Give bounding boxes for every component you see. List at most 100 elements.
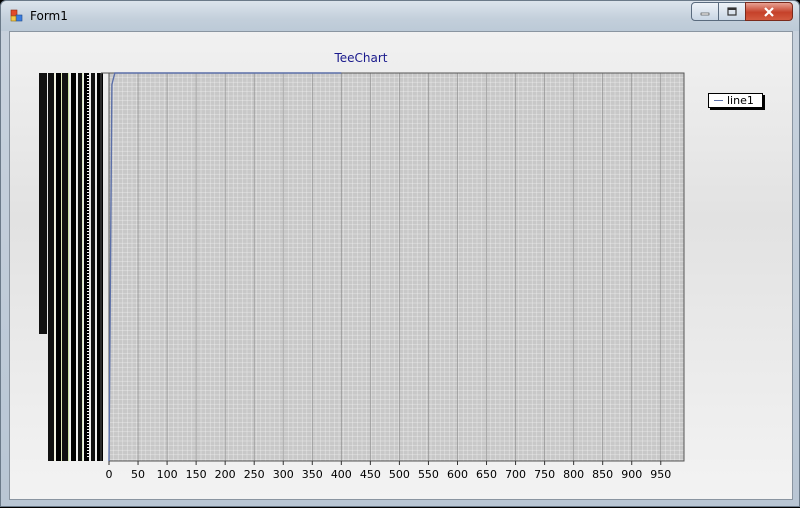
- chart-legend: line1: [708, 93, 763, 108]
- axis-label-noise: [87, 405, 89, 406]
- axis-label-noise: [87, 312, 89, 313]
- axis-label-noise: [87, 252, 89, 253]
- axis-label-noise: [87, 138, 89, 139]
- axis-label-noise: [87, 75, 89, 76]
- axis-label-noise: [87, 417, 89, 418]
- axis-label-noise: [87, 150, 89, 151]
- axis-label-highlight-0: [54, 73, 56, 461]
- axis-label-noise: [87, 399, 89, 400]
- x-tick-label-8: 400: [331, 468, 352, 481]
- x-tick-label-14: 700: [505, 468, 526, 481]
- axis-label-noise: [87, 309, 89, 310]
- axis-label-noise: [87, 183, 89, 184]
- axis-label-noise: [87, 207, 89, 208]
- axis-label-noise: [87, 363, 89, 364]
- teechart-chart: 0 50 100 150 200 250 300 350 400 450 500 550 600 650 7…: [39, 72, 685, 481]
- x-tick-label-13: 650: [476, 468, 497, 481]
- x-tick-label-11: 550: [418, 468, 439, 481]
- axis-label-noise: [87, 435, 89, 436]
- axis-label-noise: [87, 456, 89, 457]
- axis-label-noise: [87, 156, 89, 157]
- axis-label-noise: [87, 267, 89, 268]
- axis-label-noise: [87, 255, 89, 256]
- axis-label-noise: [87, 180, 89, 181]
- axis-label-noise: [87, 282, 89, 283]
- axis-label-noise: [87, 192, 89, 193]
- axis-label-noise: [87, 126, 89, 127]
- axis-label-noise: [87, 153, 89, 154]
- axis-label-noise: [87, 390, 89, 391]
- x-tick-label-6: 300: [273, 468, 294, 481]
- axis-label-noise: [87, 114, 89, 115]
- axis-label-noise: [87, 147, 89, 148]
- axis-label-noise: [87, 234, 89, 235]
- axis-label-noise: [87, 210, 89, 211]
- axis-label-noise: [87, 84, 89, 85]
- axis-label-noise: [87, 321, 89, 322]
- axis-label-noise: [87, 132, 89, 133]
- x-tick-label-15: 750: [534, 468, 555, 481]
- axis-label-noise: [87, 123, 89, 124]
- axis-label-noise: [87, 423, 89, 424]
- legend-label: line1: [727, 94, 754, 107]
- axis-label-noise: [87, 78, 89, 79]
- axis-label-noise: [87, 105, 89, 106]
- axis-label-noise: [87, 327, 89, 328]
- axis-label-noise: [87, 393, 89, 394]
- x-tick-label-5: 250: [244, 468, 265, 481]
- axis-label-noise: [87, 303, 89, 304]
- axis-label-noise: [87, 330, 89, 331]
- axis-label-noise: [87, 366, 89, 367]
- axis-label-noise: [87, 348, 89, 349]
- x-tick-label-19: 950: [650, 468, 671, 481]
- axis-label-noise: [87, 297, 89, 298]
- axis-label-noise: [87, 186, 89, 187]
- axis-label-noise: [87, 279, 89, 280]
- axis-label-noise: [87, 429, 89, 430]
- axis-label-noise: [87, 258, 89, 259]
- x-tick-label-18: 900: [621, 468, 642, 481]
- axis-label-noise: [87, 354, 89, 355]
- x-tick-label-17: 850: [592, 468, 613, 481]
- axis-label-noise: [87, 246, 89, 247]
- axis-label-band-4: [71, 73, 76, 461]
- axis-label-highlight-3: [76, 73, 77, 461]
- axis-label-noise: [87, 165, 89, 166]
- axis-label-noise: [87, 249, 89, 250]
- x-tick-label-2: 100: [157, 468, 178, 481]
- x-tick-label-1: 50: [131, 468, 145, 481]
- axis-label-noise: [87, 396, 89, 397]
- axis-label-band-2: [56, 73, 61, 461]
- axis-label-noise: [87, 378, 89, 379]
- axis-label-noise: [87, 171, 89, 172]
- axis-label-noise: [87, 306, 89, 307]
- axis-label-noise: [87, 339, 89, 340]
- axis-label-noise: [87, 225, 89, 226]
- axis-label-noise: [87, 162, 89, 163]
- axis-label-noise: [87, 300, 89, 301]
- axis-label-noise: [87, 270, 89, 271]
- axis-label-noise: [87, 117, 89, 118]
- axis-label-noise: [87, 213, 89, 214]
- axis-label-noise: [87, 135, 89, 136]
- axis-label-noise: [87, 159, 89, 160]
- axis-label-noise: [87, 447, 89, 448]
- axis-label-noise: [87, 441, 89, 442]
- axis-label-noise: [87, 357, 89, 358]
- axis-label-highlight-1: [61, 73, 62, 461]
- axis-label-noise: [87, 336, 89, 337]
- axis-label-noise: [87, 411, 89, 412]
- axis-label-noise: [87, 102, 89, 103]
- axis-label-noise: [87, 372, 89, 373]
- axis-label-noise: [87, 426, 89, 427]
- axis-label-noise: [87, 243, 89, 244]
- axis-label-noise: [87, 285, 89, 286]
- x-tick-label-16: 800: [563, 468, 584, 481]
- axis-label-noise: [87, 240, 89, 241]
- axis-label-noise: [87, 438, 89, 439]
- x-tick-label-3: 150: [186, 468, 207, 481]
- axis-label-noise: [87, 99, 89, 100]
- axis-label-noise: [87, 216, 89, 217]
- axis-label-noise: [87, 264, 89, 265]
- axis-label-noise: [87, 432, 89, 433]
